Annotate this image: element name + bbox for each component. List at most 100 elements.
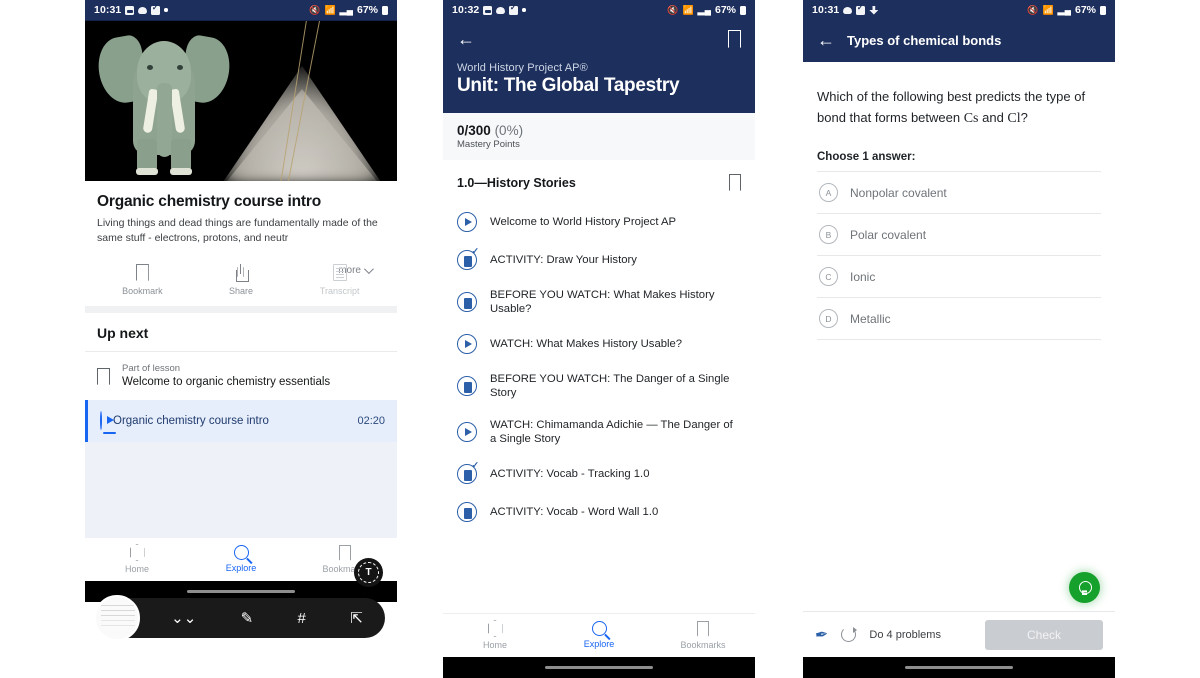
bookmark-icon[interactable]	[728, 30, 741, 48]
list-item-label: ACTIVITY: Draw Your History	[490, 254, 637, 266]
sidebar-item-explore[interactable]: Explore	[547, 621, 651, 649]
answer-choice-d[interactable]: D Metallic	[817, 298, 1101, 340]
list-item[interactable]: BEFORE YOU WATCH: The Danger of a Single…	[443, 363, 755, 409]
play-circle-icon	[457, 212, 477, 232]
mute-icon: 🔇	[667, 4, 679, 15]
question-text: Which of the following best predicts the…	[817, 86, 1101, 129]
exercise-check-icon	[457, 460, 479, 484]
status-time: 10:32	[452, 4, 480, 16]
mastery-score: 0/300	[457, 123, 491, 138]
hint-button[interactable]	[1069, 572, 1100, 603]
screenshot-stage: 10:31 🔇 📶 ▂▄ 67%	[0, 0, 1200, 678]
sidebar-item-explore[interactable]: Explore	[189, 545, 293, 573]
choice-badge: D	[819, 309, 838, 328]
active-video-item[interactable]: Organic chemistry course intro 02:20	[85, 400, 397, 442]
list-item-label: Welcome to World History Project AP	[490, 216, 677, 228]
phone-screen-unit-list: 10:32 🔇 📶 ▂▄ 67% ← World History Project…	[443, 0, 755, 678]
battery-percent: 67%	[356, 4, 378, 16]
sidebar-item-bookmarks[interactable]: Bookmarks	[651, 620, 755, 650]
check-button[interactable]: Check	[985, 619, 1103, 650]
cloud-icon	[843, 7, 853, 14]
section-header: 1.0—History Stories	[443, 160, 755, 203]
phone-screen-video-player: 10:31 🔇 📶 ▂▄ 67%	[85, 0, 397, 678]
play-circle-icon	[457, 334, 477, 354]
list-item[interactable]: ACTIVITY: Vocab - Tracking 1.0	[443, 455, 755, 493]
video-thumbnail[interactable]	[85, 20, 397, 181]
play-circle-icon	[457, 422, 477, 442]
battery-percent: 67%	[714, 4, 736, 16]
battery-percent: 67%	[1074, 4, 1096, 16]
tags-icon[interactable]: #	[298, 611, 306, 626]
article-icon	[457, 502, 477, 522]
status-time: 10:31	[812, 4, 840, 16]
play-icon-wrapper	[100, 411, 116, 434]
back-arrow-icon[interactable]: ←	[817, 31, 835, 49]
active-video-duration: 02:20	[357, 415, 385, 427]
bookmark-icon[interactable]	[97, 368, 110, 385]
choice-label: Ionic	[850, 269, 876, 284]
status-bar: 10:31 🔇 📶 ▂▄ 67%	[85, 0, 397, 20]
text-extract-icon[interactable]: T	[354, 558, 383, 587]
sidebar-item-home[interactable]: Home	[443, 620, 547, 650]
refresh-icon[interactable]	[841, 627, 858, 642]
screenshot-thumbnail[interactable]	[94, 595, 140, 641]
mastery-points-block: 0/300 (0%) Mastery Points	[443, 113, 755, 160]
lesson-title: Welcome to organic chemistry essentials	[122, 376, 331, 388]
answer-choices: A Nonpolar covalent B Polar covalent C I…	[817, 171, 1101, 340]
task-check-icon	[509, 3, 519, 15]
answer-choice-b[interactable]: B Polar covalent	[817, 214, 1101, 256]
transcript-icon	[332, 264, 347, 281]
battery-icon	[382, 5, 388, 15]
status-time: 10:31	[94, 4, 122, 16]
system-home-indicator	[803, 657, 1115, 678]
back-arrow-icon[interactable]: ←	[457, 30, 475, 48]
bookmark-icon	[339, 544, 351, 561]
task-check-icon	[856, 3, 866, 15]
lesson-item-list: Welcome to World History Project AP ACTI…	[443, 203, 755, 531]
list-item-label: BEFORE YOU WATCH: The Danger of a Single…	[490, 373, 730, 399]
battery-icon	[740, 5, 746, 15]
bookmark-button[interactable]: Bookmark	[93, 264, 192, 296]
download-icon	[869, 5, 879, 15]
exercise-header: ← Types of chemical bonds	[803, 20, 1115, 62]
answer-choice-a[interactable]: A Nonpolar covalent	[817, 171, 1101, 214]
course-name: World History Project AP®	[457, 62, 588, 74]
lesson-item[interactable]: Part of lesson Welcome to organic chemis…	[85, 352, 397, 400]
scratchpad-pen-icon[interactable]: ✒	[814, 624, 830, 646]
unit-title: Unit: The Global Tapestry	[457, 75, 680, 96]
choose-answer-label: Choose 1 answer:	[817, 151, 916, 163]
lightbulb-icon	[1079, 580, 1092, 595]
share-icon[interactable]: ⇱	[350, 611, 363, 626]
crop-edit-icon[interactable]: ✎	[241, 611, 254, 626]
list-item[interactable]: ACTIVITY: Draw Your History	[443, 241, 755, 279]
share-icon	[234, 264, 249, 282]
list-item[interactable]: ACTIVITY: Vocab - Word Wall 1.0	[443, 493, 755, 531]
page-title: Types of chemical bonds	[847, 32, 1002, 48]
bookmark-icon[interactable]	[729, 174, 741, 191]
search-icon	[233, 545, 249, 560]
list-item-label: BEFORE YOU WATCH: What Makes History Usa…	[490, 289, 715, 315]
bookmark-label: Bookmark	[122, 286, 163, 296]
choice-badge: C	[819, 267, 838, 286]
bookmark-icon	[697, 620, 709, 637]
signal-icon: ▂▄	[697, 4, 711, 15]
lesson-kicker: Part of lesson	[122, 363, 181, 374]
question-part-3: ?	[1020, 110, 1028, 125]
exercise-check-icon	[457, 246, 479, 270]
mute-icon: 🔇	[1027, 4, 1039, 15]
scroll-capture-icon[interactable]: ⌄⌄	[171, 611, 196, 626]
search-icon	[591, 621, 607, 636]
list-item[interactable]: BEFORE YOU WATCH: What Makes History Usa…	[443, 279, 755, 325]
sidebar-item-home[interactable]: Home	[85, 544, 189, 574]
dot-icon	[522, 8, 526, 12]
list-item[interactable]: WATCH: What Makes History Usable?	[443, 325, 755, 363]
transcript-button[interactable]: Transcript	[290, 264, 389, 296]
list-item[interactable]: Welcome to World History Project AP	[443, 203, 755, 241]
share-button[interactable]: Share	[192, 264, 291, 296]
answer-choice-c[interactable]: C Ionic	[817, 256, 1101, 298]
list-item[interactable]: WATCH: Chimamanda Adichie — The Danger o…	[443, 409, 755, 455]
signal-icon: ▂▄	[1057, 4, 1071, 15]
nav-label-explore: Explore	[583, 639, 615, 649]
section-divider	[85, 306, 397, 313]
nav-label-home: Home	[124, 564, 149, 574]
